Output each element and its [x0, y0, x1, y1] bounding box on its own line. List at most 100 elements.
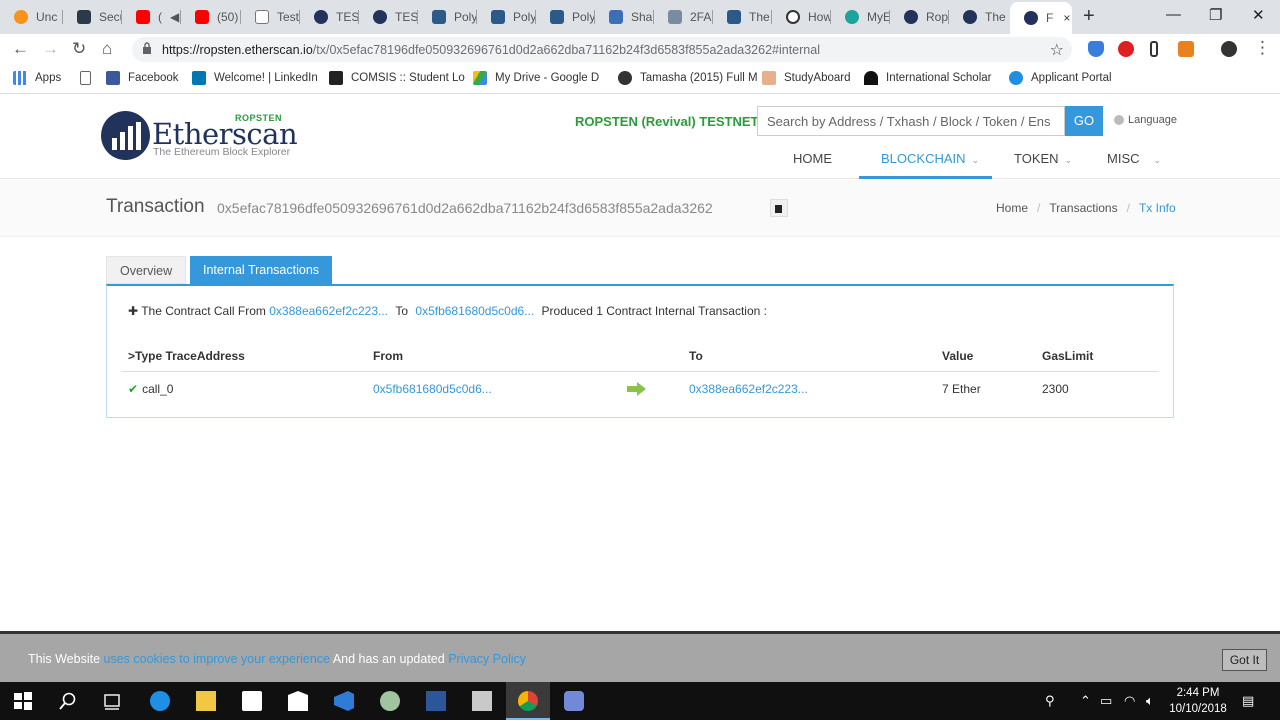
browser-tab[interactable]: MyE	[831, 4, 890, 30]
opera-icon[interactable]	[1118, 41, 1134, 57]
browser-tab[interactable]: How	[772, 4, 831, 30]
search-input[interactable]: Search by Address / Txhash / Block / Tok…	[757, 106, 1065, 136]
file-explorer-icon[interactable]	[196, 691, 216, 711]
bookmark-star-icon[interactable]: ☆	[1050, 40, 1064, 60]
logo-tagline: The Ethereum Block Explorer	[153, 146, 291, 158]
cookies-link[interactable]: uses cookies to improve your experience	[104, 652, 331, 666]
address-bar[interactable]: https://ropsten.etherscan.io/tx/0x5efac7…	[132, 37, 1072, 62]
close-window-icon[interactable]: ✕	[1252, 6, 1265, 24]
etherscan-icon	[904, 10, 918, 24]
nav-home[interactable]: HOME	[793, 151, 832, 166]
breadcrumb-home[interactable]: Home	[996, 201, 1028, 215]
menu-kebab-icon[interactable]: ⋮	[1254, 38, 1271, 58]
forward-icon[interactable]: →	[42, 39, 59, 59]
app-icon[interactable]	[472, 691, 492, 711]
go-button[interactable]: GO	[1065, 106, 1103, 136]
home-icon[interactable]: ⌂	[102, 39, 112, 59]
minimize-icon[interactable]: —	[1166, 6, 1181, 23]
browser-tab[interactable]: Shap	[595, 4, 654, 30]
poly-icon	[491, 10, 505, 24]
shield-icon[interactable]	[1088, 41, 1104, 57]
back-icon[interactable]: ←	[12, 39, 29, 59]
chevron-up-icon[interactable]: ⌃	[1080, 693, 1091, 709]
from-address-link[interactable]: 0x388ea662ef2c223...	[269, 304, 388, 318]
battery-icon[interactable]: ▭	[1100, 693, 1112, 709]
chrome-icon[interactable]	[518, 691, 538, 711]
bookmark-facebook[interactable]: Facebook	[106, 71, 179, 85]
close-tab-icon[interactable]: ×	[1063, 11, 1070, 25]
browser-tab[interactable]: TEST	[359, 4, 418, 30]
to-address-link[interactable]: 0x388ea662ef2c223...	[689, 382, 808, 396]
task-view-icon[interactable]	[102, 691, 122, 711]
system-clock[interactable]: 2:44 PM 10/10/2018	[1168, 685, 1228, 717]
reload-icon[interactable]: ↻	[72, 39, 86, 59]
browser-tab[interactable]: TEST	[300, 4, 359, 30]
to-address-link[interactable]: 0x5fb681680d5c0d6...	[415, 304, 534, 318]
browser-tab-active[interactable]: F ×	[1010, 2, 1072, 34]
mail-icon[interactable]	[288, 691, 308, 711]
bookmark-page[interactable]	[80, 71, 99, 85]
nav-misc[interactable]: MISC ⌄	[1107, 151, 1161, 166]
browser-tab[interactable]: Poly	[477, 4, 536, 30]
notifications-icon[interactable]: ▤	[1242, 693, 1254, 709]
bookmark-studyaboard[interactable]: StudyAboard	[762, 71, 851, 85]
browser-tab[interactable]: The	[949, 4, 1008, 30]
browser-tab[interactable]: (◀	[122, 4, 181, 30]
discord-icon[interactable]	[564, 691, 584, 711]
word-icon[interactable]	[426, 691, 446, 711]
browser-tab[interactable]: (50)	[181, 4, 241, 30]
lock-icon	[143, 42, 151, 54]
browser-tab[interactable]: Poly	[418, 4, 477, 30]
bookmark-apps[interactable]: Apps	[13, 71, 61, 85]
nav-token[interactable]: TOKEN ⌄	[1014, 151, 1072, 166]
bookmark-tamasha[interactable]: Tamasha (2015) Full M	[618, 71, 758, 85]
bookmark-scholarship[interactable]: International Scholar	[864, 71, 991, 85]
copy-icon[interactable]	[770, 199, 788, 217]
bookmark-drive[interactable]: My Drive - Google D	[473, 71, 599, 85]
column-header: From	[373, 349, 403, 363]
youtube-icon	[195, 10, 209, 24]
bookmark-linkedin[interactable]: Welcome! | LinkedIn	[192, 71, 318, 85]
store-icon[interactable]	[242, 691, 262, 711]
from-address-link[interactable]: 0x5fb681680d5c0d6...	[373, 382, 492, 396]
etherscan-logo-icon[interactable]	[101, 111, 150, 160]
privacy-policy-link[interactable]: Privacy Policy	[448, 652, 526, 666]
browser-tab[interactable]: Unc	[0, 4, 63, 30]
tab-internal-transactions[interactable]: Internal Transactions	[190, 256, 333, 284]
volume-icon[interactable]: 🔈︎	[1146, 693, 1154, 709]
breadcrumb-transactions[interactable]: Transactions	[1049, 201, 1117, 215]
browser-tab[interactable]: 2FA	[654, 4, 713, 30]
wifi-icon[interactable]: ◠	[1124, 693, 1135, 709]
people-icon[interactable]: ⚲	[1045, 693, 1055, 709]
bookmark-applicant-portal[interactable]: Applicant Portal	[1009, 71, 1112, 85]
drive-icon	[473, 71, 487, 85]
browser-tab[interactable]: Rop	[890, 4, 949, 30]
maximize-icon[interactable]: ❐	[1209, 6, 1222, 24]
how-icon	[786, 10, 800, 24]
browser-tab[interactable]: Poly	[536, 4, 595, 30]
trace-type: ✔ call_0	[128, 382, 174, 396]
search-icon[interactable]	[58, 691, 78, 711]
bookmark-comsis[interactable]: COMSIS :: Student Lo	[329, 71, 465, 85]
phone-icon[interactable]	[1150, 41, 1158, 57]
paint-icon[interactable]	[380, 691, 400, 711]
browser-tab[interactable]: Test	[241, 4, 300, 30]
windows-start-icon[interactable]	[13, 691, 33, 711]
column-header: >Type TraceAddress	[128, 349, 245, 363]
tab-overview[interactable]: Overview	[106, 256, 187, 284]
url-text: https://ropsten.etherscan.io/tx/0x5efac7…	[162, 43, 820, 57]
avatar[interactable]	[1221, 41, 1237, 57]
facebook-icon	[106, 71, 120, 85]
vscode-icon[interactable]	[334, 691, 354, 711]
got-it-button[interactable]: Got It	[1222, 649, 1267, 671]
speaker-icon[interactable]: ◀	[170, 10, 179, 24]
metamask-fox-icon[interactable]	[1178, 41, 1194, 57]
edge-icon[interactable]	[150, 691, 170, 711]
nav-blockchain[interactable]: BLOCKCHAIN ⌄	[881, 151, 979, 166]
language-selector[interactable]: Language	[1114, 114, 1177, 126]
new-tab-button[interactable]: +	[1083, 5, 1095, 28]
linkedin-icon	[192, 71, 206, 85]
windows-taskbar: ⚲ ⌃ ▭ ◠ 🔈︎ 2:44 PM 10/10/2018 ▤	[0, 682, 1280, 720]
browser-tab[interactable]: The	[713, 4, 772, 30]
browser-tab[interactable]: Secu	[63, 4, 122, 30]
